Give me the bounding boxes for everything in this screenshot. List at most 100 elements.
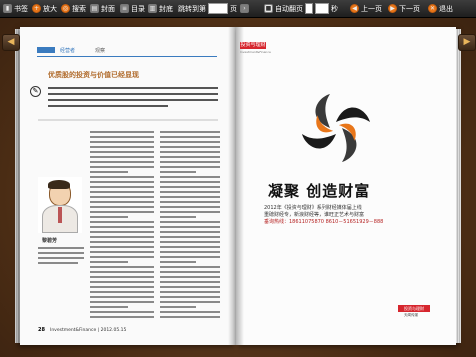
body-text-line [90,146,154,148]
body-text-line [160,201,220,203]
right-arrow-button[interactable]: ▶ [458,34,476,51]
body-text-line [160,216,196,218]
prev-icon: ◀ [350,4,359,13]
goto-icon[interactable]: › [240,4,249,13]
body-text-line [160,166,220,168]
body-text-line [90,256,154,258]
body-text-line [160,131,220,133]
body-text-line [90,261,129,263]
body-text-line [90,266,154,268]
toc-button[interactable]: ≡ 目录 [120,2,145,15]
section-sub: 观察 [95,48,106,54]
body-text-line [160,171,196,173]
lead-text [48,87,218,89]
body-text-line [160,301,220,303]
body-text-line [160,236,220,238]
prev-page-button[interactable]: ◀ 上一页 [350,2,382,15]
body-text-line [160,306,196,308]
body-text-line [90,306,129,308]
author-bio [38,247,84,249]
body-text-line [160,241,220,243]
body-text-line [160,146,220,148]
section-tag-bar [37,47,55,53]
body-text-line [160,181,220,183]
article-title: 优质股的投资与价值已经显现 [48,71,139,79]
body-text-line [90,161,154,163]
left-arrow-button[interactable]: ◀ [2,34,20,51]
goto-page-input[interactable] [208,3,228,14]
body-text-line [90,166,154,168]
body-text-line [160,211,220,213]
body-text-line [90,281,154,283]
body-text-line [90,221,154,223]
auto-flip-icon[interactable]: ■ [264,4,273,13]
body-text-line [160,271,220,273]
author-bio [38,262,78,264]
body-text-line [90,196,154,198]
magazine-spread: 经营者 观察 优质股的投资与价值已经显现 ✎ 黎碧芳 28 Investment… [15,27,461,345]
body-text-line [90,141,154,143]
body-text-line [90,206,154,208]
section-tag: 经营者 [60,48,76,54]
body-text-line [90,201,154,203]
lead-text [48,99,218,101]
back-cover-icon: ▥ [148,4,157,13]
ad-hotline: 垂询热线：18611075870 8610－51651929－888 [264,219,384,225]
body-text-line [160,221,220,223]
body-text-line [160,206,220,208]
body-text-line [90,156,154,158]
body-text-line [160,191,220,193]
body-text-line [160,186,220,188]
bookmark-button[interactable]: ▮ 书签 [3,2,28,15]
header-rule [37,56,217,57]
search-button[interactable]: ◎ 搜索 [61,2,86,15]
exit-button[interactable]: ✕ 退出 [428,2,453,15]
left-page[interactable]: 经营者 观察 优质股的投资与价值已经显现 ✎ 黎碧芳 28 Investment… [20,27,236,345]
body-text-line [160,281,220,283]
author-portrait [38,177,82,233]
divider [38,119,218,121]
page-footer: Investment&Finance | 2012.05.15 [50,328,127,333]
right-page-edges [456,29,461,343]
page-number: 28 [38,327,45,333]
body-text-line [90,246,154,248]
back-cover-button[interactable]: ▥ 封底 [148,2,173,15]
body-text-line [90,291,154,293]
body-text-line [90,286,154,288]
auto-flip-interval-input[interactable] [315,3,329,14]
zoom-in-button[interactable]: + 放大 [32,2,57,15]
auto-flip-seconds-input[interactable] [305,3,313,14]
book-spine [228,27,244,345]
body-text-line [90,231,154,233]
body-text-line [160,276,220,278]
right-arrow-icon: ▶ [463,37,471,47]
quote-icon: ✎ [30,86,41,97]
goto-page-control: 跳转到第 页 › [178,2,251,15]
ad-text: 2012年《投资与理财》系列财经媒体届上线 [264,205,362,211]
body-text-line [160,161,220,163]
body-text-line [90,276,154,278]
body-text-line [160,261,196,263]
brand-logo: 投资与理财 [240,42,266,49]
body-text-line [160,176,220,178]
body-text-line [160,226,220,228]
body-text-line [90,136,154,138]
body-text-line [160,196,220,198]
body-text-line [90,271,154,273]
footer-brand-logo: 投资与理财 [398,305,430,312]
body-text-line [160,136,220,138]
body-text-line [90,216,129,218]
body-text-line [160,251,220,253]
next-page-button[interactable]: ▶ 下一页 [388,2,420,15]
body-text-line [160,151,220,153]
search-icon: ◎ [61,4,70,13]
cover-button[interactable]: ▤ 封面 [90,2,115,15]
body-text-line [160,256,220,258]
body-text-line [90,186,154,188]
body-text-line [160,286,220,288]
body-text-line [90,191,154,193]
author-bio [38,252,84,254]
cover-icon: ▤ [90,4,99,13]
next-icon: ▶ [388,4,397,13]
body-text-line [90,226,154,228]
